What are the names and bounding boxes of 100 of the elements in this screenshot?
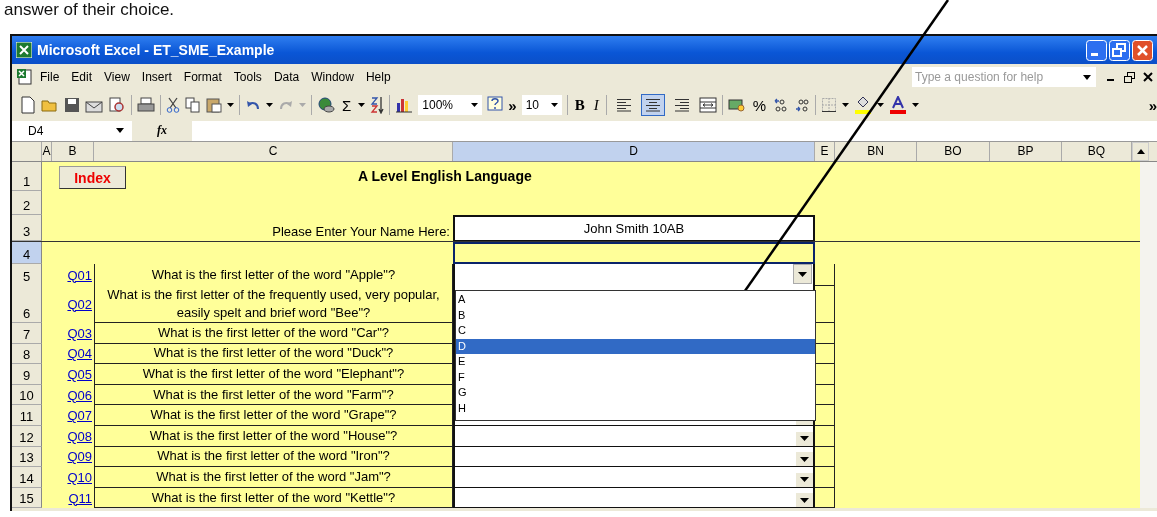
- menu-item[interactable]: Window: [305, 68, 360, 86]
- scissors-icon[interactable]: [166, 97, 180, 113]
- caret-icon[interactable]: [842, 103, 849, 107]
- row-header[interactable]: 12: [12, 425, 42, 447]
- scroll-up-button[interactable]: [1132, 142, 1149, 161]
- workbook-icon[interactable]: [16, 68, 34, 86]
- dropdown-button[interactable]: [796, 493, 813, 508]
- row-header[interactable]: 11: [12, 405, 42, 426]
- list-option[interactable]: E: [456, 354, 815, 370]
- font-size-dropdown[interactable]: 10: [521, 95, 562, 115]
- help-search-field[interactable]: Type a question for help: [912, 67, 1096, 87]
- print-preview-icon[interactable]: [108, 97, 126, 113]
- font-color-icon[interactable]: [889, 96, 907, 114]
- caret-icon[interactable]: [227, 103, 234, 107]
- caret-icon[interactable]: [877, 103, 884, 107]
- currency-icon[interactable]: [727, 97, 746, 113]
- row-header[interactable]: 2: [12, 191, 42, 215]
- close-icon[interactable]: [1143, 72, 1153, 82]
- column-header[interactable]: BN: [835, 142, 917, 161]
- restore-icon[interactable]: [1124, 71, 1135, 83]
- caret-icon[interactable]: [266, 103, 273, 107]
- question-link[interactable]: Q10: [67, 469, 92, 485]
- question-link[interactable]: Q06: [67, 387, 92, 403]
- dropdown-button[interactable]: [793, 264, 812, 284]
- menu-item[interactable]: Format: [177, 68, 228, 86]
- borders-icon[interactable]: [821, 97, 837, 113]
- percent-button[interactable]: %: [750, 96, 768, 114]
- clipboard-icon[interactable]: [206, 97, 222, 113]
- folder-icon[interactable]: [41, 97, 59, 113]
- row-header[interactable]: 9: [12, 364, 42, 385]
- index-button[interactable]: Index: [59, 166, 126, 189]
- row-header[interactable]: 3: [12, 215, 42, 241]
- column-header[interactable]: D: [453, 142, 815, 161]
- row-header[interactable]: 8: [12, 343, 42, 365]
- function-button[interactable]: fx: [132, 123, 192, 138]
- row-header[interactable]: 6: [12, 285, 42, 323]
- question-link[interactable]: Q01: [67, 267, 92, 283]
- dropdown-button[interactable]: [796, 452, 813, 467]
- save-icon[interactable]: [64, 97, 80, 113]
- fill-color-icon[interactable]: [854, 96, 872, 114]
- answer-dropdown[interactable]: [453, 446, 815, 468]
- row-header[interactable]: 13: [12, 446, 42, 468]
- new-document-icon[interactable]: [20, 96, 36, 114]
- caret-icon[interactable]: [358, 103, 366, 107]
- bold-button[interactable]: B: [572, 96, 587, 114]
- list-option[interactable]: C: [456, 323, 815, 339]
- increase-decimal-icon[interactable]: [773, 97, 789, 113]
- formula-field[interactable]: [192, 120, 1157, 141]
- row-header[interactable]: 1: [12, 162, 42, 191]
- menu-item[interactable]: File: [34, 68, 66, 86]
- align-center-button[interactable]: [640, 94, 665, 116]
- question-link[interactable]: Q07: [67, 408, 92, 424]
- caret-icon[interactable]: [912, 103, 919, 107]
- list-option[interactable]: B: [456, 307, 815, 323]
- column-header[interactable]: A: [42, 142, 52, 161]
- answer-dropdown[interactable]: [453, 467, 815, 488]
- active-cell[interactable]: [453, 242, 815, 264]
- menu-item[interactable]: Insert: [135, 68, 178, 86]
- row-header[interactable]: 4: [12, 242, 42, 264]
- row-header[interactable]: 15: [12, 487, 42, 509]
- question-link[interactable]: Q04: [67, 346, 92, 362]
- help-icon[interactable]: [487, 96, 504, 114]
- list-option[interactable]: F: [456, 369, 815, 385]
- italic-button[interactable]: I: [591, 96, 601, 114]
- copy-icon[interactable]: [185, 97, 201, 113]
- row-header[interactable]: 5: [12, 264, 42, 286]
- row-header[interactable]: 14: [12, 467, 42, 488]
- menu-item[interactable]: Data: [267, 68, 306, 86]
- question-link[interactable]: Q09: [67, 449, 92, 465]
- answer-dropdown[interactable]: [453, 487, 815, 509]
- menu-item[interactable]: View: [98, 68, 136, 86]
- menu-item[interactable]: Edit: [65, 68, 99, 86]
- list-option[interactable]: D: [456, 338, 815, 354]
- menu-item[interactable]: Tools: [227, 68, 268, 86]
- dropdown-button[interactable]: [796, 431, 813, 446]
- question-link[interactable]: Q08: [67, 428, 92, 444]
- question-link[interactable]: Q11: [68, 490, 92, 506]
- question-link[interactable]: Q05: [67, 367, 92, 382]
- more-tools-button[interactable]: »: [508, 96, 517, 114]
- decrease-decimal-icon[interactable]: [794, 97, 810, 113]
- answer-dropdown[interactable]: [453, 425, 815, 447]
- column-header[interactable]: B: [52, 142, 94, 161]
- more-tools-button[interactable]: »: [1148, 96, 1157, 114]
- question-link[interactable]: Q02: [67, 296, 92, 312]
- dropdown-button[interactable]: [796, 472, 813, 487]
- list-option[interactable]: G: [456, 385, 815, 401]
- merge-cells-icon[interactable]: [698, 97, 717, 113]
- autosum-button[interactable]: Σ: [340, 96, 354, 114]
- list-option[interactable]: A: [456, 292, 815, 308]
- list-option[interactable]: H: [456, 400, 815, 416]
- globe-icon[interactable]: [317, 96, 335, 114]
- menu-item[interactable]: Help: [359, 68, 397, 86]
- row-header[interactable]: 7: [12, 323, 42, 344]
- undo-icon[interactable]: [245, 98, 261, 112]
- column-header[interactable]: BO: [917, 142, 990, 161]
- column-header[interactable]: E: [815, 142, 835, 161]
- zoom-dropdown[interactable]: 100%: [418, 95, 483, 115]
- question-link[interactable]: Q03: [67, 325, 92, 341]
- printer-icon[interactable]: [137, 97, 155, 113]
- sort-icon[interactable]: [370, 96, 385, 114]
